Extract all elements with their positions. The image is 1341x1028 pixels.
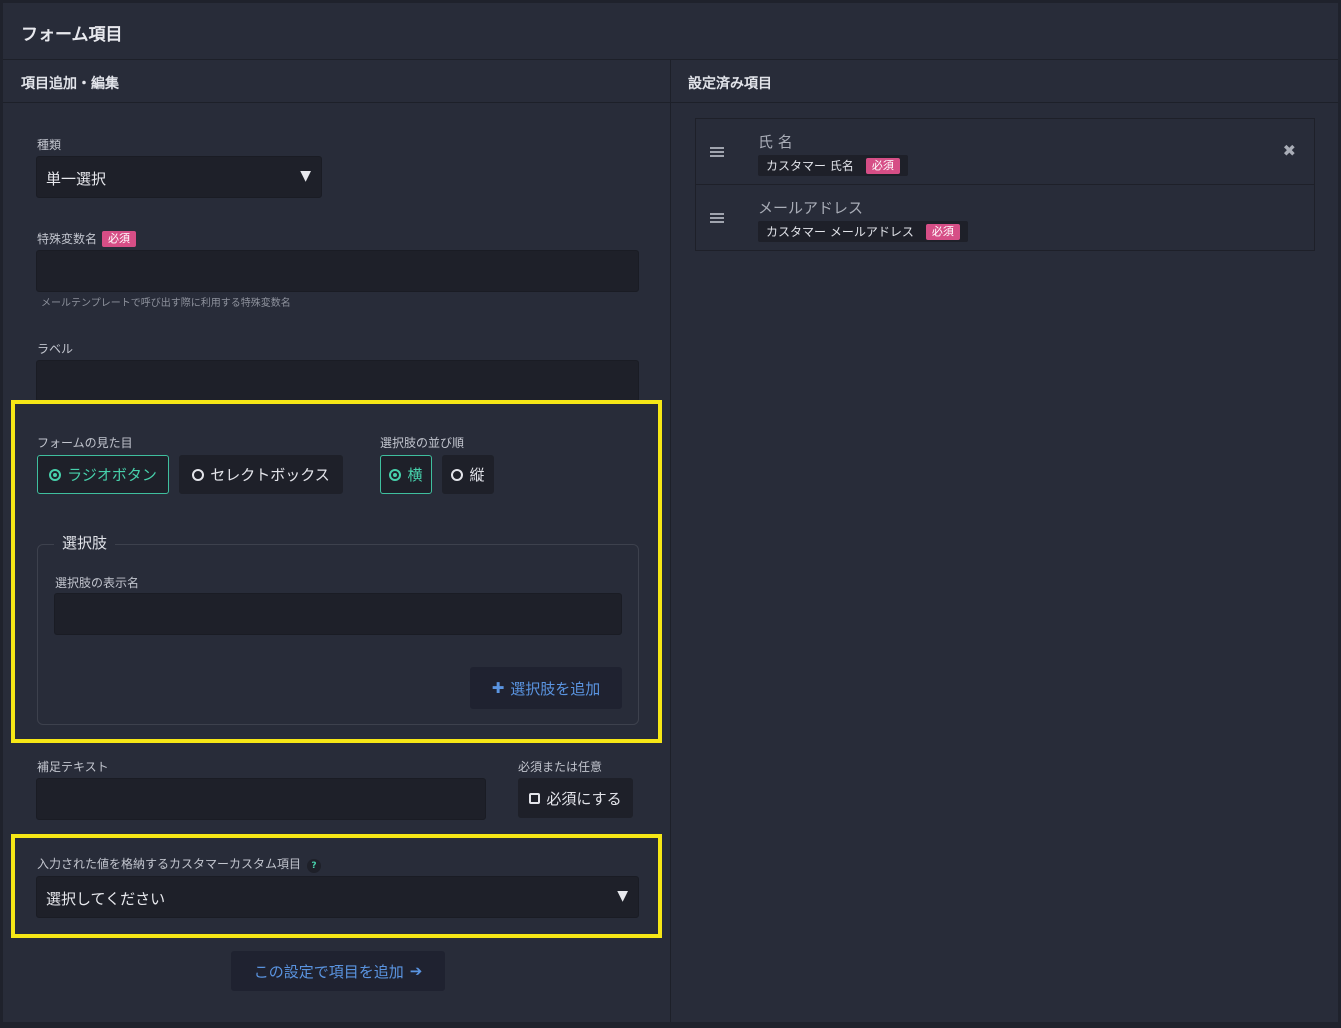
order-vertical-option[interactable]: 縦 <box>442 455 494 494</box>
required-checkbox-label: 必須にする <box>546 789 622 808</box>
list-item[interactable]: メールアドレス カスタマー メールアドレス 必須 <box>696 185 1314 250</box>
plus-icon: ✚ <box>491 679 505 697</box>
label-field-label: ラベル <box>37 342 74 356</box>
custom-field-label: 入力された値を格納するカスタマーカスタム項目? <box>37 855 322 873</box>
radio-checked-icon <box>49 468 62 481</box>
radio-checked-icon <box>389 468 402 481</box>
arrow-right-icon: ➔ <box>409 962 423 980</box>
item-name: 氏 名 <box>758 133 793 151</box>
variable-hint: メールテンプレートで呼び出す際に利用する特殊変数名 <box>41 298 291 309</box>
page-header: フォーム項目 <box>3 3 1338 60</box>
chevron-down-icon: ▼ <box>300 168 311 184</box>
required-badge: 必須 <box>865 158 900 174</box>
item-tag-text: カスタマー 氏名 <box>766 159 854 173</box>
add-item-submit-label: この設定で項目を追加 <box>253 962 404 981</box>
drag-handle-icon[interactable] <box>710 213 724 224</box>
type-select-value: 単一選択 <box>46 170 107 188</box>
item-tag: カスタマー 氏名 必須 <box>758 155 908 176</box>
required-checkbox-button[interactable]: 必須にする <box>518 778 633 818</box>
type-select[interactable]: 単一選択 ▼ <box>36 156 322 198</box>
configured-items-column: 設定済み項目 氏 名 カスタマー 氏名 必須 ✖ メールアドレス カスタマー メー… <box>671 60 1338 1022</box>
custom-field-label-text: 入力された値を格納するカスタマーカスタム項目 <box>37 857 302 871</box>
add-edit-title: 項目追加・編集 <box>21 76 119 92</box>
order-label: 選択肢の並び順 <box>380 436 465 450</box>
custom-field-select[interactable]: 選択してください ▼ <box>36 876 639 918</box>
choices-fieldset: 選択肢 選択肢の表示名 ✚ 選択肢を追加 <box>37 532 639 725</box>
item-name: メールアドレス <box>758 199 864 217</box>
close-icon[interactable]: ✖ <box>1283 141 1296 160</box>
add-edit-heading: 項目追加・編集 <box>3 60 670 103</box>
required-badge: 必須 <box>102 231 137 247</box>
radio-unchecked-icon <box>192 468 205 481</box>
chevron-down-icon: ▼ <box>617 888 628 904</box>
variable-label-text: 特殊変数名 <box>37 232 98 246</box>
drag-handle-icon[interactable] <box>710 147 724 158</box>
required-option-label: 必須または任意 <box>518 760 603 774</box>
order-vertical-label: 縦 <box>469 466 485 484</box>
add-edit-column: 項目追加・編集 種類 単一選択 ▼ 特殊変数名 必須 メールテンプレートで呼び出す… <box>3 60 671 1022</box>
add-item-submit-button[interactable]: この設定で項目を追加 ➔ <box>231 951 445 991</box>
configured-items-heading: 設定済み項目 <box>671 60 1338 103</box>
required-badge: 必須 <box>925 224 960 240</box>
supplement-input[interactable] <box>36 778 486 820</box>
page-title: フォーム項目 <box>21 25 123 45</box>
checkbox-unchecked-icon <box>529 792 541 804</box>
radio-button-option[interactable]: ラジオボタン <box>37 455 169 494</box>
form-items-panel: フォーム項目 項目追加・編集 種類 単一選択 ▼ 特殊変数名 必須 メールテンプレ… <box>3 3 1338 1022</box>
select-box-option-label: セレクトボックス <box>210 466 330 484</box>
label-input[interactable] <box>36 360 639 402</box>
select-box-option[interactable]: セレクトボックス <box>179 455 343 494</box>
item-tag-text: カスタマー メールアドレス <box>766 225 914 239</box>
choice-display-input[interactable] <box>54 593 622 635</box>
list-item[interactable]: 氏 名 カスタマー 氏名 必須 ✖ <box>696 119 1314 185</box>
configured-items-title: 設定済み項目 <box>688 76 772 92</box>
item-tag: カスタマー メールアドレス 必須 <box>758 221 968 242</box>
help-icon[interactable]: ? <box>307 859 322 873</box>
supplement-label: 補足テキスト <box>37 760 109 774</box>
choice-display-label: 選択肢の表示名 <box>55 576 140 590</box>
add-choice-button[interactable]: ✚ 選択肢を追加 <box>470 667 622 709</box>
order-horizontal-option[interactable]: 横 <box>380 455 432 494</box>
variable-label: 特殊変数名 必須 <box>37 230 137 247</box>
custom-field-select-value: 選択してください <box>46 890 166 908</box>
radio-button-option-label: ラジオボタン <box>67 466 157 484</box>
radio-unchecked-icon <box>451 468 464 481</box>
order-horizontal-label: 横 <box>407 466 423 484</box>
choices-legend: 選択肢 <box>54 532 116 553</box>
variable-input[interactable] <box>36 250 639 292</box>
type-label: 種類 <box>37 138 62 152</box>
appearance-label: フォームの見た目 <box>37 436 133 450</box>
configured-items-list: 氏 名 カスタマー 氏名 必須 ✖ メールアドレス カスタマー メールアドレス 必須 <box>695 118 1315 251</box>
add-choice-label: 選択肢を追加 <box>510 679 601 698</box>
